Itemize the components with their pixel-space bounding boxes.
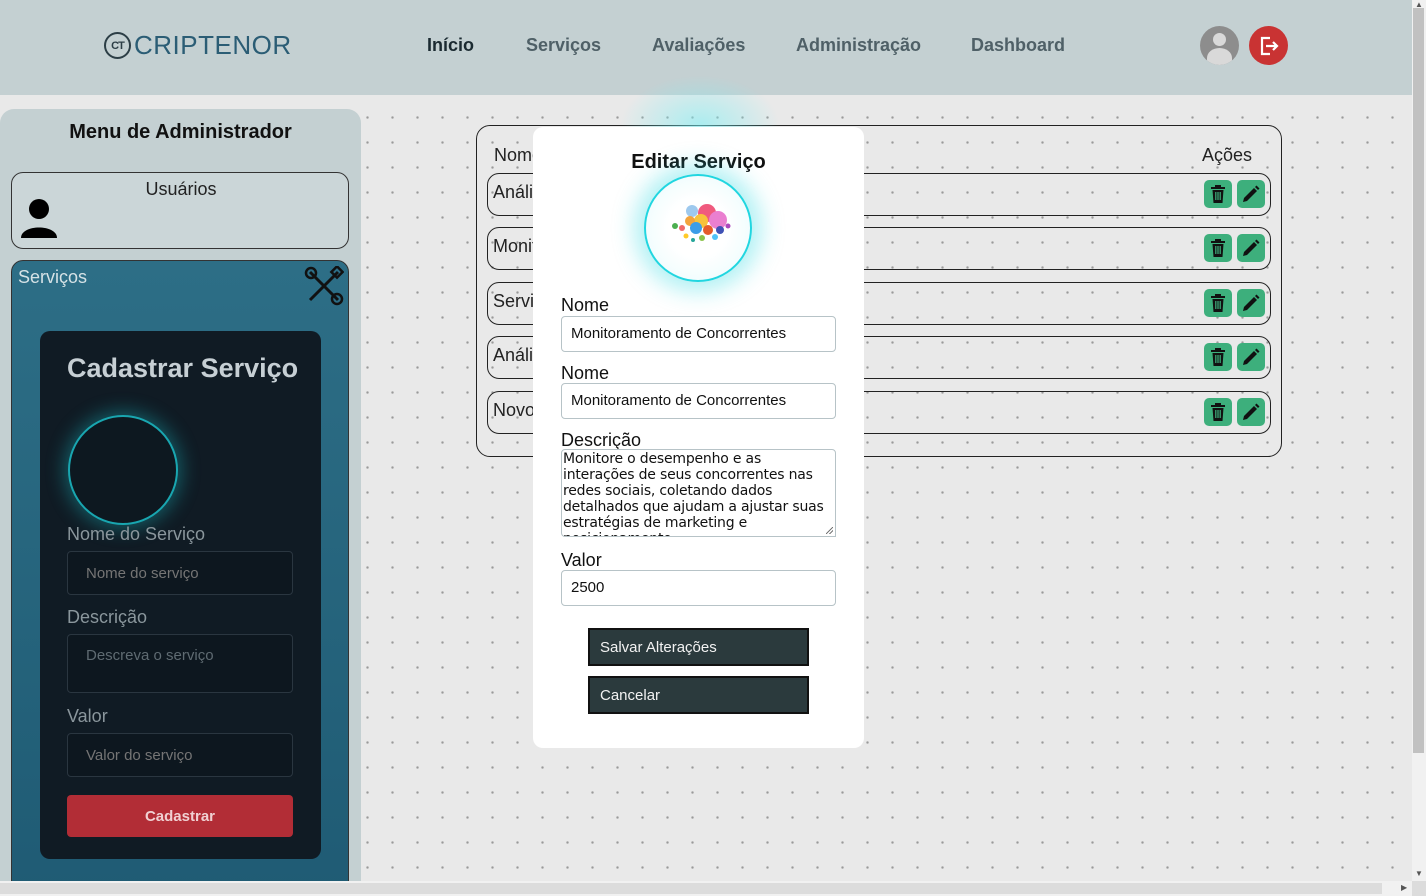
nav-dashboard[interactable]: Dashboard: [971, 35, 1065, 56]
name-label-2: Nome: [561, 363, 610, 383]
tools-icon: [304, 266, 344, 306]
delete-icon[interactable]: [1204, 234, 1232, 262]
edit-icon[interactable]: [1237, 398, 1265, 426]
scroll-down-icon[interactable]: ▼: [1415, 869, 1423, 878]
resize-handle-icon[interactable]: [826, 527, 833, 534]
brand-logo[interactable]: CT CRIPTENOR: [104, 30, 292, 61]
users-label: Usuários: [145, 179, 217, 199]
description-text: Monitore o desempenho e as interações de…: [563, 451, 824, 536]
delete-icon[interactable]: [1204, 398, 1232, 426]
register-button[interactable]: Cadastrar: [67, 795, 293, 837]
column-header-actions: Ações: [1201, 145, 1252, 165]
edit-icon[interactable]: [1237, 180, 1265, 208]
user-avatar-icon[interactable]: [1200, 26, 1239, 65]
name-input-2[interactable]: Monitoramento de Concorrentes: [561, 383, 836, 419]
service-name-label: Nome do Serviço: [67, 524, 206, 544]
scroll-up-icon[interactable]: ▲: [1415, 0, 1423, 9]
save-changes-button[interactable]: Salvar Alterações: [588, 628, 809, 666]
services-section: Serviços Cadastrar Serviço Nome do Servi…: [11, 260, 349, 896]
sidebar-title: Menu de Administrador: [69, 121, 292, 143]
service-desc-label: Descrição: [67, 607, 148, 627]
vertical-scroll-thumb[interactable]: [1413, 8, 1424, 753]
service-value-label: Valor: [67, 706, 108, 726]
services-label: Serviços: [18, 267, 88, 287]
nav-inicio[interactable]: Início: [427, 35, 474, 56]
service-desc-input[interactable]: Descreva o serviço: [67, 634, 293, 693]
service-name-input[interactable]: [67, 551, 293, 595]
nav-avaliacoes[interactable]: Avaliações: [652, 35, 745, 56]
register-service-form: Cadastrar Serviço Nome do Serviço Descri…: [40, 331, 321, 859]
users-section[interactable]: Usuários: [11, 172, 349, 249]
value-label: Valor: [561, 550, 602, 570]
service-image[interactable]: [644, 174, 752, 282]
horizontal-scroll-thumb[interactable]: [0, 883, 1382, 894]
bubbles-illustration: [672, 204, 731, 242]
row-service-name: Novo: [493, 400, 536, 420]
description-textarea[interactable]: Monitore o desempenho e as interações de…: [561, 449, 836, 537]
user-icon: [21, 199, 57, 238]
description-label: Descrição: [561, 430, 642, 450]
logout-icon[interactable]: [1249, 26, 1288, 65]
modal-title: Editar Serviço: [631, 151, 766, 173]
name-input-1[interactable]: Monitoramento de Concorrentes: [561, 316, 836, 352]
nav-administracao[interactable]: Administração: [796, 35, 921, 56]
edit-icon[interactable]: [1237, 343, 1265, 371]
delete-icon[interactable]: [1204, 289, 1232, 317]
brand-name: CRIPTENOR: [134, 30, 292, 60]
service-image-upload[interactable]: [68, 415, 178, 525]
name-label-1: Nome: [561, 295, 610, 315]
value-input[interactable]: 2500: [561, 570, 836, 606]
logo-mark-icon: CT: [104, 32, 131, 59]
edit-icon[interactable]: [1237, 234, 1265, 262]
service-value-input[interactable]: [67, 733, 293, 777]
scrollbar-corner: [1412, 881, 1426, 896]
nav-servicos[interactable]: Serviços: [526, 35, 601, 56]
scroll-right-icon[interactable]: ▶: [1401, 883, 1407, 892]
admin-sidebar: Menu de Administrador Usuários Serviços …: [0, 109, 361, 896]
register-title: Cadastrar Serviço: [67, 353, 299, 383]
edit-service-modal: Editar Serviço Nome Monitoramento de Con…: [533, 127, 864, 748]
delete-icon[interactable]: [1204, 343, 1232, 371]
edit-icon[interactable]: [1237, 289, 1265, 317]
cancel-button[interactable]: Cancelar: [588, 676, 809, 714]
delete-icon[interactable]: [1204, 180, 1232, 208]
